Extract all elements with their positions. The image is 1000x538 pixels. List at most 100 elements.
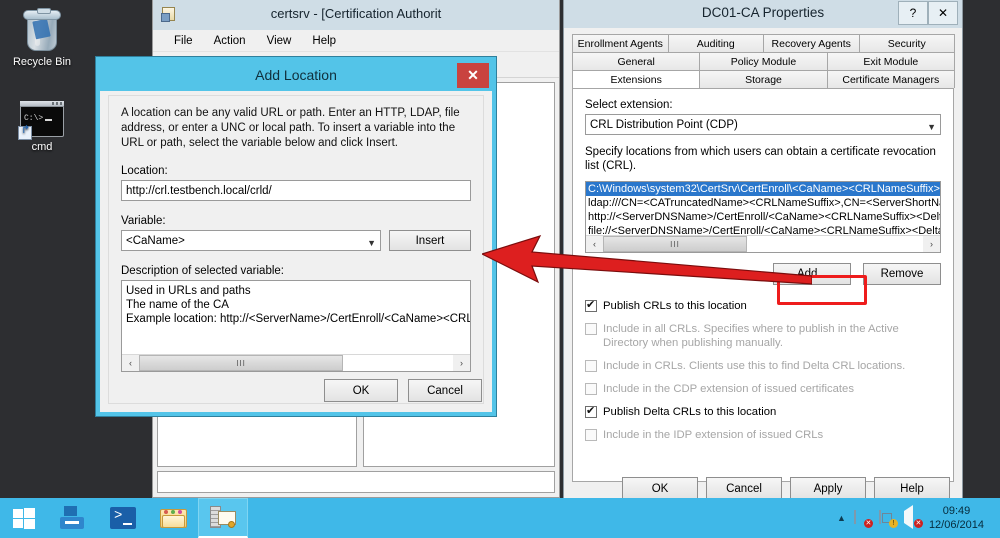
tab-security[interactable]: Security [858, 34, 955, 52]
checkbox-icon [585, 383, 597, 395]
ok-button[interactable]: OK [622, 477, 698, 500]
tab-policy-module[interactable]: Policy Module [699, 52, 828, 70]
apply-button[interactable]: Apply [790, 477, 866, 500]
tab-general[interactable]: General [572, 52, 701, 70]
scrollbar-thumb[interactable]: III [139, 355, 344, 371]
cancel-button[interactable]: Cancel [706, 477, 782, 500]
add-button-highlight [777, 275, 867, 305]
checkbox-publish-delta-crls[interactable]: Publish Delta CRLs to this location [585, 404, 941, 419]
checkbox-include-in-crls-delta[interactable]: Include in CRLs. Clients use this to fin… [585, 359, 941, 373]
scroll-right-icon[interactable]: › [453, 355, 470, 371]
windows-logo-icon [13, 507, 35, 529]
tab-certificate-managers[interactable]: Certificate Managers [826, 70, 955, 88]
tab-storage[interactable]: Storage [699, 70, 828, 88]
scrollbar-track[interactable]: III [139, 355, 453, 371]
ca-properties-tabs[interactable]: Enrollment Agents Auditing Recovery Agen… [564, 28, 962, 88]
scroll-left-icon[interactable]: ‹ [122, 355, 139, 371]
close-icon[interactable]: ✕ [928, 1, 958, 25]
checkbox-include-in-all-crls[interactable]: Include in all CRLs. Specifies where to … [585, 322, 941, 350]
location-input[interactable] [121, 180, 471, 201]
checkbox-label: Publish CRLs to this location [603, 300, 747, 312]
desktop-icon-cmd[interactable]: C:\> cmd [3, 101, 81, 154]
ca-properties-dialog[interactable]: DC01-CA Properties ? ✕ Enrollment Agents… [563, 0, 963, 508]
checkbox-label: Include in CRLs. Clients use this to fin… [603, 360, 906, 372]
add-location-body: A location can be any valid URL or path.… [108, 95, 484, 404]
add-location-footer: OK Cancel [324, 379, 482, 402]
desktop-icon-label: cmd [31, 141, 53, 153]
scrollbar-track[interactable]: III [603, 236, 923, 252]
tab-auditing[interactable]: Auditing [667, 34, 764, 52]
checkbox-icon [585, 323, 597, 335]
taskbar-item-powershell[interactable] [98, 498, 148, 538]
menu-file[interactable]: File [165, 33, 202, 49]
volume-muted-icon[interactable]: ✕ [903, 504, 923, 529]
certsrv-menubar[interactable]: File Action View Help [153, 30, 559, 52]
extension-selected-value: CRL Distribution Point (CDP) [590, 119, 738, 131]
clock[interactable]: 09:49 12/06/2014 [929, 504, 990, 532]
help-icon[interactable]: ? [898, 1, 928, 25]
menu-action[interactable]: Action [205, 33, 255, 49]
locations-listbox[interactable]: C:\Windows\system32\CertSrv\CertEnroll\<… [585, 181, 941, 253]
system-tray[interactable]: ▲ ✕ ! ✕ 09:49 12/06/2014 [837, 504, 1000, 532]
certsrv-window-title: certsrv - [Certification Authorit [270, 6, 442, 21]
ok-button[interactable]: OK [324, 379, 398, 402]
cancel-button[interactable]: Cancel [408, 379, 482, 402]
tab-row-2: General Policy Module Exit Module [572, 52, 955, 70]
checkbox-publish-crls[interactable]: Publish CRLs to this location [585, 298, 941, 313]
description-line: Example location: http://<ServerName>/Ce… [126, 313, 470, 325]
extension-select[interactable]: CRL Distribution Point (CDP) ▼ [585, 114, 941, 135]
scrollbar-thumb[interactable]: III [603, 236, 747, 252]
certsrv-titlebar[interactable]: certsrv - [Certification Authorit [153, 0, 559, 30]
scroll-left-icon[interactable]: ‹ [586, 236, 603, 252]
action-center-warning-icon[interactable]: ! [878, 509, 898, 528]
taskbar-item-file-explorer[interactable] [148, 498, 198, 538]
insert-button[interactable]: Insert [389, 230, 471, 251]
network-error-icon[interactable]: ✕ [853, 509, 873, 528]
list-item[interactable]: ldap:///CN=<CATruncatedName><CRLNameSuff… [586, 196, 940, 210]
tab-enrollment-agents[interactable]: Enrollment Agents [572, 34, 669, 52]
checkbox-label: Include in the CDP extension of issued c… [603, 383, 854, 395]
variable-label: Variable: [121, 215, 166, 227]
ca-properties-titlebar[interactable]: DC01-CA Properties ? ✕ [564, 0, 962, 28]
list-item[interactable]: C:\Windows\system32\CertSrv\CertEnroll\<… [586, 182, 940, 196]
desktop-icon-recycle-bin[interactable]: Recycle Bin [3, 8, 81, 69]
add-location-description: A location can be any valid URL or path.… [121, 107, 460, 149]
ca-properties-window-buttons: ? ✕ [898, 1, 958, 25]
taskbar-item-certsrv[interactable] [198, 498, 248, 538]
certsrv-statusbar [157, 471, 555, 493]
tab-recovery-agents[interactable]: Recovery Agents [763, 34, 860, 52]
description-line: Used in URLs and paths [126, 285, 251, 297]
close-icon[interactable]: ✕ [457, 63, 489, 88]
list-action-buttons: Add... Remove [585, 263, 941, 285]
checkbox-icon [585, 298, 597, 312]
description-horizontal-scrollbar[interactable]: ‹ III › [122, 354, 470, 371]
locations-horizontal-scrollbar[interactable]: ‹ III › [586, 235, 940, 252]
help-button[interactable]: Help [874, 477, 950, 500]
tab-extensions[interactable]: Extensions [572, 70, 701, 88]
tab-exit-module[interactable]: Exit Module [826, 52, 955, 70]
checkbox-icon [585, 404, 597, 418]
checkbox-include-in-cdp-extension[interactable]: Include in the CDP extension of issued c… [585, 382, 941, 396]
taskbar[interactable]: ▲ ✕ ! ✕ 09:49 12/06/2014 [0, 498, 1000, 538]
start-button[interactable] [0, 498, 48, 538]
add-location-title: Add Location [255, 67, 337, 83]
menu-view[interactable]: View [258, 33, 301, 49]
list-item[interactable]: http://<ServerDNSName>/CertEnroll/<CaNam… [586, 210, 940, 224]
powershell-icon [110, 507, 136, 529]
remove-location-button[interactable]: Remove [863, 263, 941, 285]
tab-row-3: Extensions Storage Certificate Managers [572, 70, 955, 88]
show-hidden-icons-icon[interactable]: ▲ [837, 513, 846, 523]
add-location-titlebar[interactable]: Add Location ✕ [100, 61, 492, 91]
description-of-variable-label: Description of selected variable: [121, 265, 284, 277]
taskbar-item-server-manager[interactable] [48, 498, 98, 538]
description-line: The name of the CA [126, 299, 229, 311]
add-location-dialog[interactable]: Add Location ✕ A location can be any val… [96, 57, 496, 416]
checkbox-include-in-idp-extension[interactable]: Include in the IDP extension of issued C… [585, 428, 941, 442]
variable-select[interactable]: <CaName> ▼ [121, 230, 381, 251]
scroll-right-icon[interactable]: › [923, 236, 940, 252]
certsrv-icon [210, 506, 236, 529]
specify-locations-text: Specify locations from which users can o… [585, 146, 936, 172]
menu-help[interactable]: Help [303, 33, 345, 49]
location-label: Location: [121, 165, 168, 177]
file-explorer-icon [159, 507, 187, 529]
